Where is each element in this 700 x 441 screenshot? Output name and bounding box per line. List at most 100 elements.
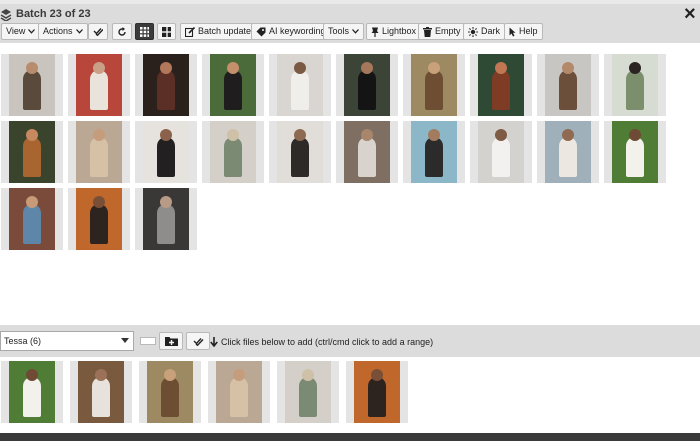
photo-head [160, 196, 172, 208]
photo-head [93, 129, 105, 141]
thumbnail[interactable] [537, 54, 599, 116]
photo-figure [425, 70, 443, 110]
view-dropdown[interactable]: View [1, 23, 41, 40]
photo-head [428, 62, 440, 74]
ai-keywording-label: AI keywording [269, 26, 326, 36]
photo-figure [23, 377, 41, 417]
thumbnail[interactable] [68, 54, 130, 116]
collection-thumbnail[interactable] [139, 361, 201, 423]
actions-dropdown[interactable]: Actions [38, 23, 88, 40]
photo-figure [224, 70, 242, 110]
thumbnail[interactable] [403, 54, 465, 116]
edit-icon [185, 26, 195, 37]
thumbnail[interactable] [269, 121, 331, 183]
color-swatch[interactable] [140, 337, 156, 345]
photo-figure [224, 137, 242, 177]
photo-head [93, 196, 105, 208]
thumbnail-photo [344, 121, 390, 183]
photo-head [629, 129, 641, 141]
photo-head [562, 129, 574, 141]
thumbnail-photo [354, 361, 400, 423]
batch-update-button[interactable]: Batch update [180, 23, 257, 40]
collection-select[interactable]: Tessa (6) [0, 331, 134, 351]
chevron-down-icon [28, 29, 36, 34]
thumbnail-photo [277, 54, 323, 116]
photo-head [26, 196, 38, 208]
refresh-button[interactable] [112, 23, 132, 40]
thumbnail-photo [210, 54, 256, 116]
thumbnail[interactable] [135, 54, 197, 116]
collection-thumbnail[interactable] [277, 361, 339, 423]
thumbnail-photo [210, 121, 256, 183]
thumbnail[interactable] [403, 121, 465, 183]
small-grid-view-button[interactable] [135, 23, 154, 40]
thumbnail-photo [277, 121, 323, 183]
help-button[interactable]: Help [504, 23, 543, 40]
photo-head [26, 129, 38, 141]
photo-head [95, 369, 107, 381]
thumbnail[interactable] [202, 121, 264, 183]
thumbnail[interactable] [135, 121, 197, 183]
thumbnail[interactable] [470, 54, 532, 116]
photo-head [160, 62, 172, 74]
layers-icon [0, 9, 12, 22]
photo-head [495, 129, 507, 141]
thumbnail[interactable] [202, 54, 264, 116]
ai-keywording-button[interactable]: AI keywording [251, 23, 331, 40]
photo-figure [358, 70, 376, 110]
thumbnail[interactable] [604, 121, 666, 183]
thumbnail-photo [478, 54, 524, 116]
select-all-collection-button[interactable] [186, 332, 210, 350]
photo-figure [291, 70, 309, 110]
thumbnail[interactable] [604, 54, 666, 116]
empty-button[interactable]: Empty [418, 23, 466, 40]
photo-head [93, 62, 105, 74]
add-to-collection-button[interactable] [159, 332, 183, 350]
photo-figure [358, 137, 376, 177]
thumbnail-photo [545, 121, 591, 183]
window-title: Batch 23 of 23 [16, 8, 91, 20]
photo-head [361, 129, 373, 141]
thumbnail[interactable] [336, 121, 398, 183]
sun-icon [468, 26, 478, 37]
photo-figure [425, 137, 443, 177]
thumbnail[interactable] [1, 121, 63, 183]
collection-thumbnail[interactable] [70, 361, 132, 423]
tools-dropdown[interactable]: Tools [323, 23, 365, 40]
thumbnail-photo [285, 361, 331, 423]
photo-head [562, 62, 574, 74]
lightbox-button[interactable]: Lightbox [366, 23, 422, 40]
select-all-button[interactable] [88, 23, 108, 40]
thumbnail[interactable] [537, 121, 599, 183]
thumbnail[interactable] [269, 54, 331, 116]
thumbnail[interactable] [470, 121, 532, 183]
thumbnail[interactable] [1, 188, 63, 250]
photo-head [26, 62, 38, 74]
grid-large-icon [162, 26, 171, 37]
large-grid-view-button[interactable] [157, 23, 176, 40]
collection-thumbnail[interactable] [346, 361, 408, 423]
photo-figure [492, 137, 510, 177]
thumbnail-photo [143, 54, 189, 116]
thumbnail-photo [9, 121, 55, 183]
thumbnail[interactable] [336, 54, 398, 116]
photo-head [227, 62, 239, 74]
thumbnail[interactable] [68, 188, 130, 250]
thumbnail[interactable] [135, 188, 197, 250]
double-check-icon [193, 337, 204, 346]
thumbnail-photo [478, 121, 524, 183]
thumbnail[interactable] [68, 121, 130, 183]
refresh-icon [118, 26, 126, 36]
toolbar: View Actions Batch update AI keywording … [0, 21, 700, 43]
photo-figure [626, 137, 644, 177]
thumbnail[interactable] [1, 54, 63, 116]
batch-window: Batch 23 of 23 × View Actions Batch upda… [0, 0, 700, 441]
collection-thumbnail[interactable] [208, 361, 270, 423]
photo-head [160, 129, 172, 141]
photo-figure [559, 70, 577, 110]
photo-head [495, 62, 507, 74]
collection-thumbnail[interactable] [1, 361, 63, 423]
photo-head [361, 62, 373, 74]
dark-label: Dark [481, 26, 501, 36]
dark-mode-button[interactable]: Dark [463, 23, 506, 40]
